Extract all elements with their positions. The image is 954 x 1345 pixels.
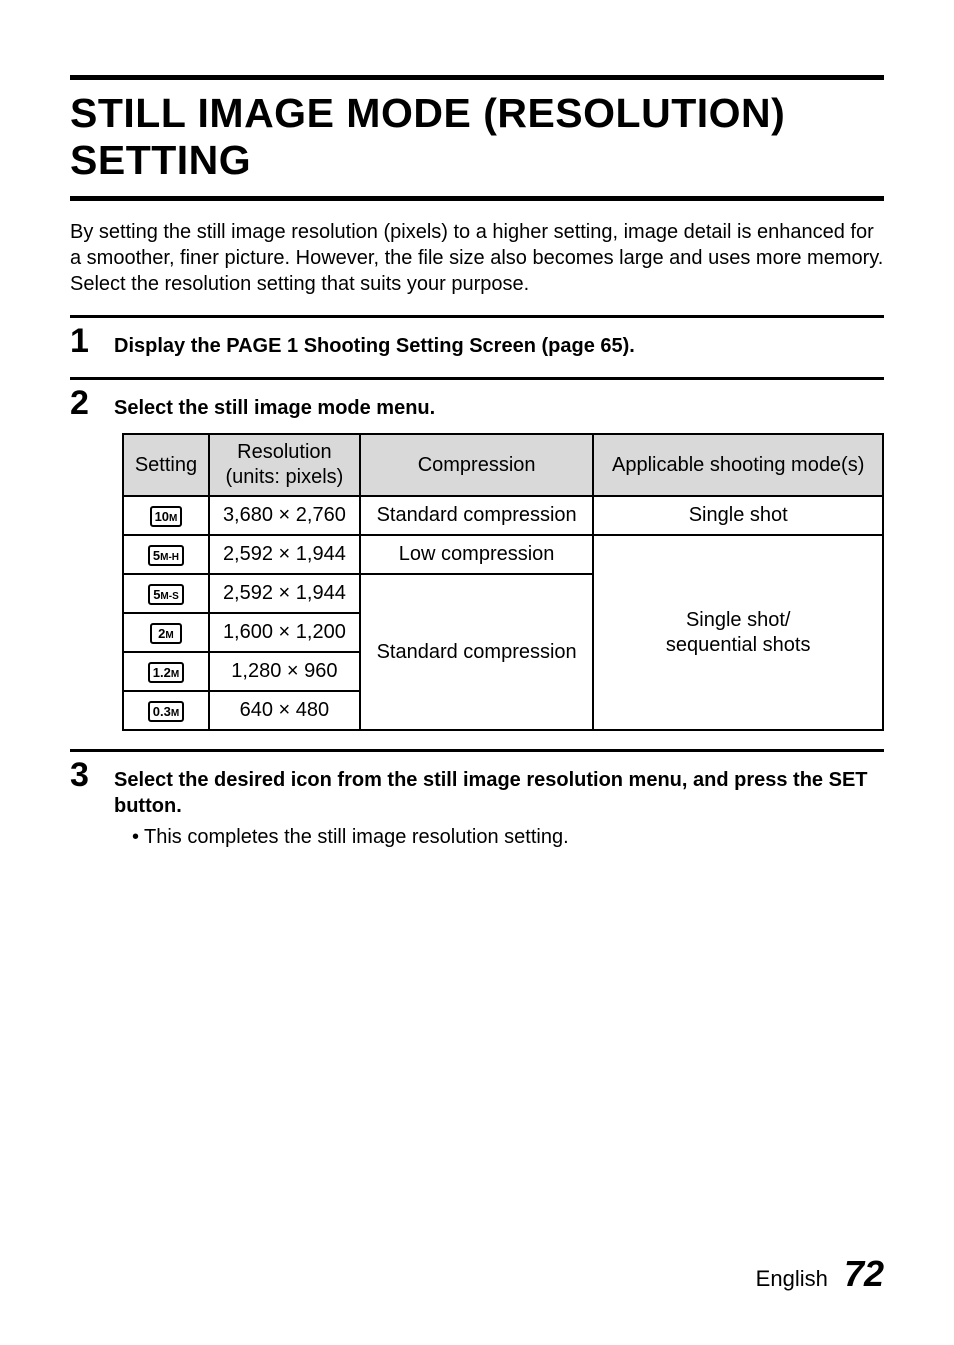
compression-cell: Standard compression — [360, 496, 594, 535]
step-1: 1 Display the PAGE 1 Shooting Setting Sc… — [70, 318, 884, 377]
modes-cell: Single shot/ sequential shots — [593, 535, 883, 730]
setting-icon-cell: 5M-H — [123, 535, 209, 574]
mode-icon-2m: 2M — [150, 623, 182, 644]
footer-language: English — [756, 1266, 828, 1291]
table-row: 5M-H 2,592 × 1,944 Low compression Singl… — [123, 535, 883, 574]
col-header-setting: Setting — [123, 434, 209, 496]
footer-page-number: 72 — [844, 1253, 884, 1294]
table-row: 10M 3,680 × 2,760 Standard compression S… — [123, 496, 883, 535]
resolution-cell: 2,592 × 1,944 — [209, 535, 360, 574]
setting-icon-cell: 2M — [123, 613, 209, 652]
resolution-cell: 1,600 × 1,200 — [209, 613, 360, 652]
page-footer: English 72 — [756, 1253, 884, 1295]
step-number-1: 1 — [70, 318, 114, 358]
step-2: 2 Select the still image mode menu. Sett… — [70, 380, 884, 749]
setting-icon-cell: 0.3M — [123, 691, 209, 730]
step-number-3: 3 — [70, 752, 114, 792]
mode-icon-03m: 0.3M — [148, 701, 184, 722]
mode-icon-5ms: 5M-S — [148, 584, 184, 605]
col-header-resolution: Resolution (units: pixels) — [209, 434, 360, 496]
col-header-modes: Applicable shooting mode(s) — [593, 434, 883, 496]
resolution-cell: 1,280 × 960 — [209, 652, 360, 691]
step-1-heading: Display the PAGE 1 Shooting Setting Scre… — [114, 333, 884, 359]
step-3-sub: This completes the still image resolutio… — [132, 824, 884, 850]
mode-icon-10m: 10M — [150, 506, 183, 527]
modes-cell: Single shot — [593, 496, 883, 535]
intro-paragraph: By setting the still image resolution (p… — [70, 219, 884, 297]
col-header-compression: Compression — [360, 434, 594, 496]
resolution-cell: 640 × 480 — [209, 691, 360, 730]
resolution-cell: 3,680 × 2,760 — [209, 496, 360, 535]
mode-icon-12m: 1.2M — [148, 662, 184, 683]
mode-icon-5mh: 5M-H — [148, 545, 184, 566]
resolution-table: Setting Resolution (units: pixels) Compr… — [122, 433, 884, 731]
step-3: 3 Select the desired icon from the still… — [70, 752, 884, 868]
setting-icon-cell: 10M — [123, 496, 209, 535]
page-title: STILL IMAGE MODE (RESOLUTION) SETTING — [70, 75, 884, 201]
step-2-heading: Select the still image mode menu. — [114, 395, 884, 421]
compression-cell: Low compression — [360, 535, 594, 574]
setting-icon-cell: 1.2M — [123, 652, 209, 691]
compression-cell: Standard compression — [360, 574, 594, 730]
step-number-2: 2 — [70, 380, 114, 420]
setting-icon-cell: 5M-S — [123, 574, 209, 613]
step-3-heading: Select the desired icon from the still i… — [114, 767, 884, 819]
resolution-cell: 2,592 × 1,944 — [209, 574, 360, 613]
